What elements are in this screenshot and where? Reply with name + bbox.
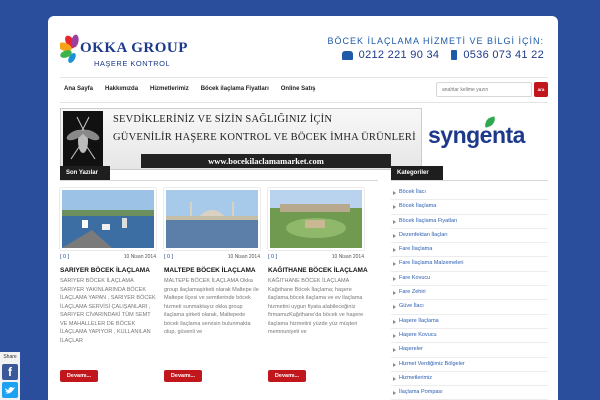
mobile-phone-icon <box>451 50 458 60</box>
post-card: [ 0 ] 10 Nisan 2014 SARIYER BÖCEK İLAÇLA… <box>60 188 156 382</box>
post-thumbnail[interactable] <box>164 188 260 250</box>
comment-count[interactable]: [ 0 ] <box>268 254 277 260</box>
mobile-number[interactable]: 0536 073 41 22 <box>463 49 544 61</box>
read-more-button[interactable]: Devamı... <box>164 370 202 382</box>
category-link[interactable]: Haşereler <box>391 343 548 358</box>
post-date: 10 Nisan 2014 <box>227 254 260 260</box>
phone-number[interactable]: 0212 221 90 34 <box>359 49 440 61</box>
category-link[interactable]: Fare Kovucu <box>391 272 548 287</box>
category-link[interactable]: Böcek İlaçlama Fiyatları <box>391 215 548 229</box>
nav-item-about[interactable]: Hakkımızda <box>105 86 138 92</box>
main-navigation: Ana Sayfa Hakkımızda Hizmetlerimiz Böcek… <box>60 77 548 103</box>
phone-icon <box>341 50 353 60</box>
nav-item-prices[interactable]: Böcek ilaçlama Fiyatları <box>201 86 269 92</box>
read-more-button[interactable]: Devamı... <box>268 370 306 382</box>
banner-headline-1: SEVDİKLERİNİZ VE SİZİN SAĞLIĞINIZ İÇİN <box>113 114 333 125</box>
read-more-button[interactable]: Devamı... <box>60 370 98 382</box>
post-card: [ 0 ] 10 Nisan 2014 MALTEPE BÖCEK İLAÇLA… <box>164 188 260 382</box>
post-title[interactable]: SARIYER BÖCEK İLAÇLAMA <box>60 267 156 274</box>
category-link[interactable]: Güve İlacı <box>391 300 548 315</box>
page-container: OKKA GROUP HAŞERE KONTROL BÖCEK İLAÇLAMA… <box>48 16 558 400</box>
promo-banner[interactable]: SEVDİKLERİNİZ VE SİZİN SAĞLIĞINIZ İÇİN G… <box>60 108 548 170</box>
logo-name: OKKA GROUP <box>80 40 188 56</box>
nav-item-home[interactable]: Ana Sayfa <box>64 86 93 92</box>
comment-count[interactable]: [ 0 ] <box>164 254 173 260</box>
post-date: 10 Nisan 2014 <box>123 254 156 260</box>
sponsor-logo: syngenta <box>422 108 548 170</box>
category-link[interactable]: Hizmet Verdiğimiz Bölgeler <box>391 358 548 372</box>
post-excerpt: KAĞITHANE BÖCEK İLAÇLAMA Kağıthane Böcek… <box>268 278 364 335</box>
syngenta-logo: syngenta <box>428 122 525 148</box>
logo-subtitle: HAŞERE KONTROL <box>94 59 171 68</box>
share-sidebar: Share f <box>0 352 20 400</box>
category-link[interactable]: Fare İlaçlama <box>391 243 548 258</box>
post-date: 10 Nisan 2014 <box>331 254 364 260</box>
divider <box>391 180 548 181</box>
banner-ad: SEVDİKLERİNİZ VE SİZİN SAĞLIĞINIZ İÇİN G… <box>60 108 422 170</box>
divider <box>60 180 378 181</box>
contact-title: BÖCEK İLAÇLAMA HİZMETİ VE BİLGİ İÇİN: <box>327 36 544 46</box>
recent-posts-heading: Son Yazılar <box>60 166 110 181</box>
category-list: Böcek İlacı Böcek İlaçlama Böcek İlaçlam… <box>391 186 548 400</box>
post-card: [ 0 ] 10 Nisan 2014 KAĞITHANE BÖCEK İLAÇ… <box>268 188 368 382</box>
category-link[interactable]: Hizmetlerimiz <box>391 372 548 387</box>
post-excerpt: SARIYER BÖCEK İLAÇLAMA SARIYER YAKINLARI… <box>60 278 156 344</box>
banner-headline-2: GÜVENİLİR HAŞERE KONTROL VE BÖCEK İMHA Ü… <box>113 132 416 143</box>
site-logo[interactable]: OKKA GROUP HAŞERE KONTROL <box>60 34 190 76</box>
comment-count[interactable]: [ 0 ] <box>60 254 69 260</box>
post-title[interactable]: MALTEPE BÖCEK İLAÇLAMA <box>164 267 260 274</box>
category-link[interactable]: Haşere İlaçlama <box>391 315 548 329</box>
nav-item-online-shop[interactable]: Online Satış <box>281 86 316 92</box>
post-thumbnail[interactable] <box>60 188 156 250</box>
twitter-icon[interactable] <box>2 382 18 398</box>
post-thumbnail[interactable] <box>268 188 364 250</box>
category-link[interactable]: İlaçlama Pompası <box>391 386 548 400</box>
nav-item-services[interactable]: Hizmetlerimiz <box>150 86 189 92</box>
insect-icon <box>63 111 103 167</box>
phone-numbers: 0212 221 90 34 0536 073 41 22 <box>341 49 544 61</box>
category-link[interactable]: Haşere Kovucu <box>391 329 548 344</box>
share-label: Share <box>3 354 17 360</box>
post-title[interactable]: KAĞITHANE BÖCEK İLAÇLAMA <box>268 267 368 274</box>
post-excerpt: MALTEPE BÖCEK İLAÇLAMA Okka group ilaçla… <box>164 278 259 335</box>
search-button[interactable]: ara <box>534 82 548 97</box>
category-link[interactable]: Fare İlaçlama Malzemeleri <box>391 257 548 272</box>
category-link[interactable]: Dezenfektan İlaçları <box>391 229 548 244</box>
facebook-icon[interactable]: f <box>2 364 18 380</box>
category-link[interactable]: Böcek İlacı <box>391 186 548 201</box>
category-link[interactable]: Böcek İlaçlama <box>391 200 548 215</box>
categories-heading: Kategoriler <box>391 166 443 181</box>
banner-url: www.bocekilaclamamarket.com <box>141 154 391 168</box>
search-input[interactable] <box>436 82 532 97</box>
category-link[interactable]: Fare Zehiri <box>391 286 548 301</box>
